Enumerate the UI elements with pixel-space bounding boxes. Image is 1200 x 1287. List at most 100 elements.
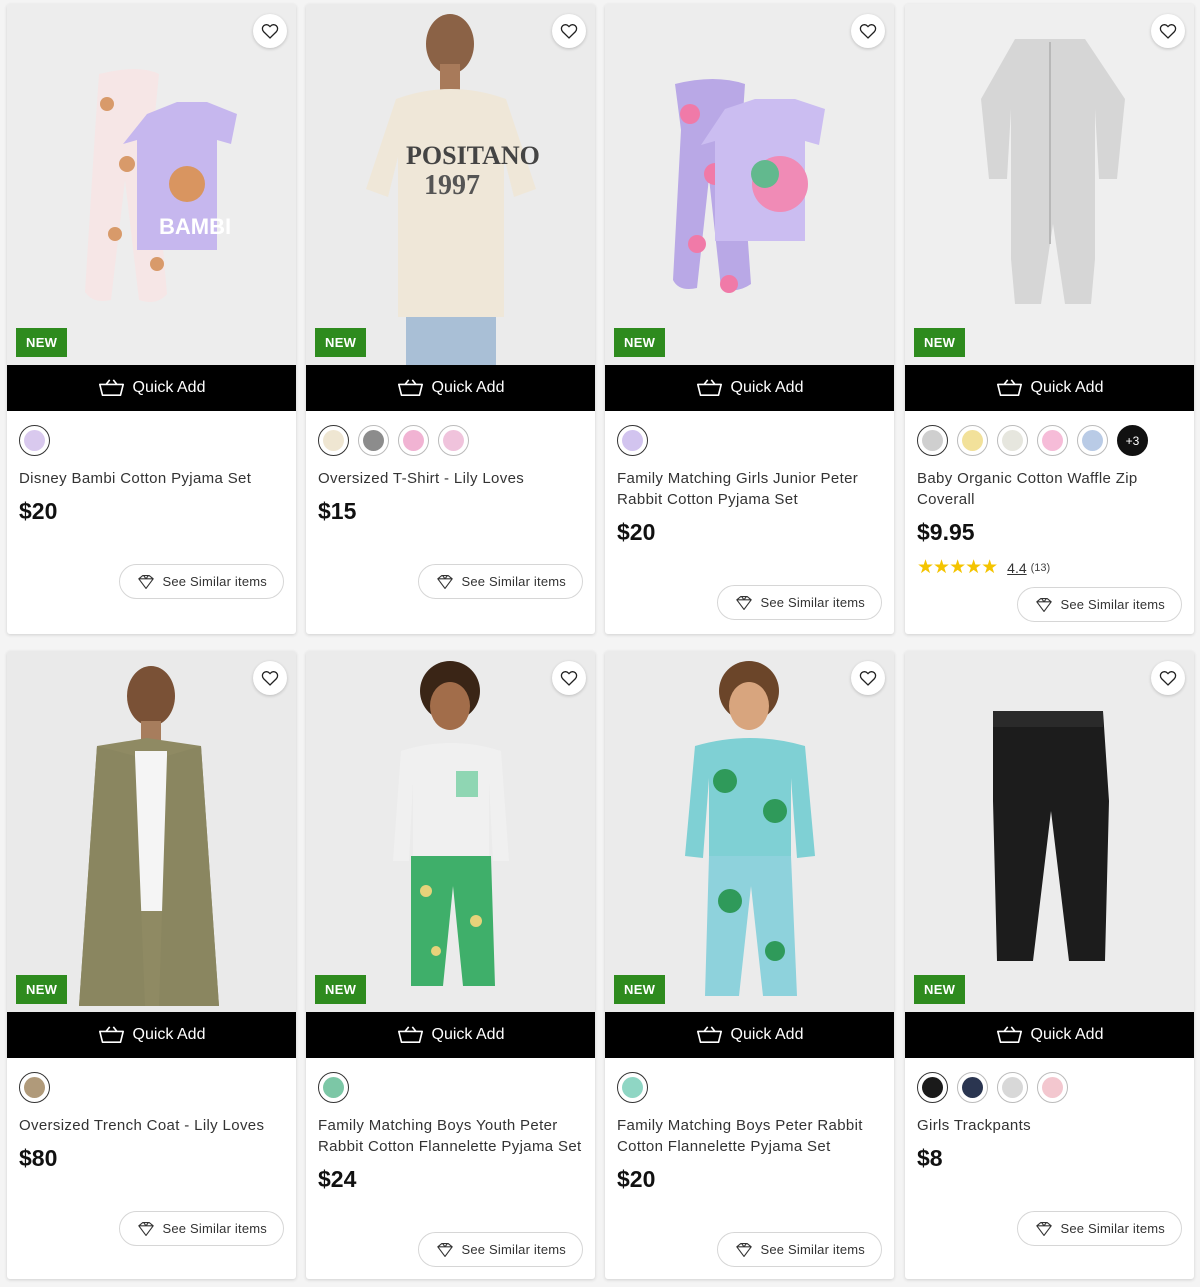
wishlist-button[interactable] bbox=[851, 14, 885, 48]
wishlist-button[interactable] bbox=[1151, 661, 1185, 695]
color-swatch[interactable] bbox=[398, 425, 429, 456]
see-similar-label: See Similar items bbox=[1060, 597, 1165, 612]
wishlist-button[interactable] bbox=[1151, 14, 1185, 48]
heart-icon bbox=[560, 670, 578, 686]
see-similar-label: See Similar items bbox=[760, 595, 865, 610]
product-name[interactable]: Family Matching Girls Junior Peter Rabbi… bbox=[617, 468, 882, 510]
color-swatch[interactable] bbox=[19, 1072, 50, 1103]
heart-icon bbox=[859, 23, 877, 39]
color-swatch[interactable] bbox=[997, 425, 1028, 456]
color-swatch[interactable] bbox=[617, 425, 648, 456]
diamond-icon bbox=[136, 1221, 156, 1237]
wishlist-button[interactable] bbox=[552, 14, 586, 48]
product-image[interactable]: NEW bbox=[905, 651, 1194, 1012]
see-similar-label: See Similar items bbox=[760, 1242, 865, 1257]
product-card[interactable]: NEW Quick Add Family Matching Boys Peter R… bbox=[605, 651, 894, 1279]
quick-add-label: Quick Add bbox=[730, 1026, 804, 1043]
quick-add-label: Quick Add bbox=[132, 1026, 206, 1043]
product-card[interactable]: NEW Quick Add Family Matching Girls Junior… bbox=[605, 4, 894, 634]
color-swatch[interactable] bbox=[1037, 425, 1068, 456]
wishlist-button[interactable] bbox=[851, 661, 885, 695]
product-name[interactable]: Baby Organic Cotton Waffle Zip Coverall bbox=[917, 468, 1182, 510]
product-image[interactable]: NEW bbox=[306, 651, 595, 1012]
product-card[interactable]: NEW Quick Add Family Matching Boys Youth P… bbox=[306, 651, 595, 1279]
swatch-color bbox=[24, 430, 45, 451]
color-swatch[interactable] bbox=[438, 425, 469, 456]
color-swatch[interactable] bbox=[957, 425, 988, 456]
color-swatch[interactable] bbox=[957, 1072, 988, 1103]
swatch-color bbox=[962, 1077, 983, 1098]
product-card[interactable]: POSITANO 1997 NEW Quick Add Oversized T-Shir… bbox=[306, 4, 595, 634]
color-swatch[interactable] bbox=[1037, 1072, 1068, 1103]
quick-add-label: Quick Add bbox=[1030, 1026, 1104, 1043]
see-similar-button[interactable]: See Similar items bbox=[119, 564, 284, 599]
product-image[interactable]: NEW bbox=[605, 4, 894, 365]
new-badge: NEW bbox=[315, 328, 367, 357]
quick-add-button[interactable]: Quick Add bbox=[7, 1012, 296, 1058]
see-similar-button[interactable]: See Similar items bbox=[418, 564, 583, 599]
product-card[interactable]: BAMBI NEW Quick Add Disney Bambi Cotton Pyj… bbox=[7, 4, 296, 634]
quick-add-label: Quick Add bbox=[730, 379, 804, 396]
product-name[interactable]: Girls Trackpants bbox=[917, 1115, 1182, 1136]
see-similar-button[interactable]: See Similar items bbox=[1017, 1211, 1182, 1246]
product-name[interactable]: Oversized T-Shirt - Lily Loves bbox=[318, 468, 583, 489]
basket-icon bbox=[996, 1025, 1023, 1045]
quick-add-button[interactable]: Quick Add bbox=[905, 365, 1194, 411]
color-swatches bbox=[19, 1072, 284, 1103]
heart-icon bbox=[1159, 23, 1177, 39]
product-name[interactable]: Family Matching Boys Peter Rabbit Cotton… bbox=[617, 1115, 882, 1157]
product-image[interactable]: NEW bbox=[605, 651, 894, 1012]
color-swatches: +3 bbox=[917, 425, 1182, 456]
product-name[interactable]: Family Matching Boys Youth Peter Rabbit … bbox=[318, 1115, 583, 1157]
product-name[interactable]: Oversized Trench Coat - Lily Loves bbox=[19, 1115, 284, 1136]
see-similar-button[interactable]: See Similar items bbox=[717, 1232, 882, 1267]
product-image[interactable]: POSITANO 1997 NEW bbox=[306, 4, 595, 365]
see-similar-button[interactable]: See Similar items bbox=[418, 1232, 583, 1267]
product-price: $20 bbox=[617, 1166, 656, 1192]
product-card[interactable]: NEW Quick Add +3 Baby Organic Cotton Waffle… bbox=[905, 4, 1194, 634]
product-card[interactable]: NEW Quick Add Girls Trackpants $8 See Simila… bbox=[905, 651, 1194, 1279]
wishlist-button[interactable] bbox=[552, 661, 586, 695]
product-image[interactable]: BAMBI NEW bbox=[7, 4, 296, 365]
color-swatch[interactable] bbox=[318, 425, 349, 456]
see-similar-button[interactable]: See Similar items bbox=[1017, 587, 1182, 622]
see-similar-button[interactable]: See Similar items bbox=[119, 1211, 284, 1246]
rating-value[interactable]: 4.4 bbox=[1007, 560, 1026, 576]
product-image[interactable]: NEW bbox=[905, 4, 1194, 365]
quick-add-button[interactable]: Quick Add bbox=[7, 365, 296, 411]
diamond-icon bbox=[435, 1242, 455, 1258]
swatch-color bbox=[622, 1077, 643, 1098]
quick-add-button[interactable]: Quick Add bbox=[605, 1012, 894, 1058]
wishlist-button[interactable] bbox=[253, 661, 287, 695]
see-similar-label: See Similar items bbox=[461, 574, 566, 589]
new-badge: NEW bbox=[914, 975, 966, 1004]
color-swatch[interactable] bbox=[617, 1072, 648, 1103]
color-swatches bbox=[318, 1072, 583, 1103]
quick-add-button[interactable]: Quick Add bbox=[605, 365, 894, 411]
trench-coat-image bbox=[7, 651, 296, 1012]
basket-icon bbox=[397, 378, 424, 398]
swatch-color bbox=[1002, 430, 1023, 451]
quick-add-button[interactable]: Quick Add bbox=[905, 1012, 1194, 1058]
swatch-color bbox=[403, 430, 424, 451]
product-image[interactable]: NEW bbox=[7, 651, 296, 1012]
swatch-color bbox=[1042, 430, 1063, 451]
color-swatch[interactable] bbox=[1077, 425, 1108, 456]
see-similar-button[interactable]: See Similar items bbox=[717, 585, 882, 620]
quick-add-label: Quick Add bbox=[132, 379, 206, 396]
color-swatches bbox=[318, 425, 583, 456]
quick-add-button[interactable]: Quick Add bbox=[306, 1012, 595, 1058]
color-swatch[interactable] bbox=[917, 425, 948, 456]
color-swatch[interactable] bbox=[19, 425, 50, 456]
wishlist-button[interactable] bbox=[253, 14, 287, 48]
product-name[interactable]: Disney Bambi Cotton Pyjama Set bbox=[19, 468, 284, 489]
color-swatch[interactable] bbox=[358, 425, 389, 456]
color-swatch[interactable] bbox=[318, 1072, 349, 1103]
more-colors-button[interactable]: +3 bbox=[1117, 425, 1148, 456]
svg-text:1997: 1997 bbox=[424, 170, 480, 201]
product-card[interactable]: NEW Quick Add Oversized Trench Coat - Lily… bbox=[7, 651, 296, 1279]
color-swatch[interactable] bbox=[997, 1072, 1028, 1103]
product-info: Oversized T-Shirt - Lily Loves $15 See Sim… bbox=[306, 411, 595, 634]
quick-add-button[interactable]: Quick Add bbox=[306, 365, 595, 411]
color-swatch[interactable] bbox=[917, 1072, 948, 1103]
